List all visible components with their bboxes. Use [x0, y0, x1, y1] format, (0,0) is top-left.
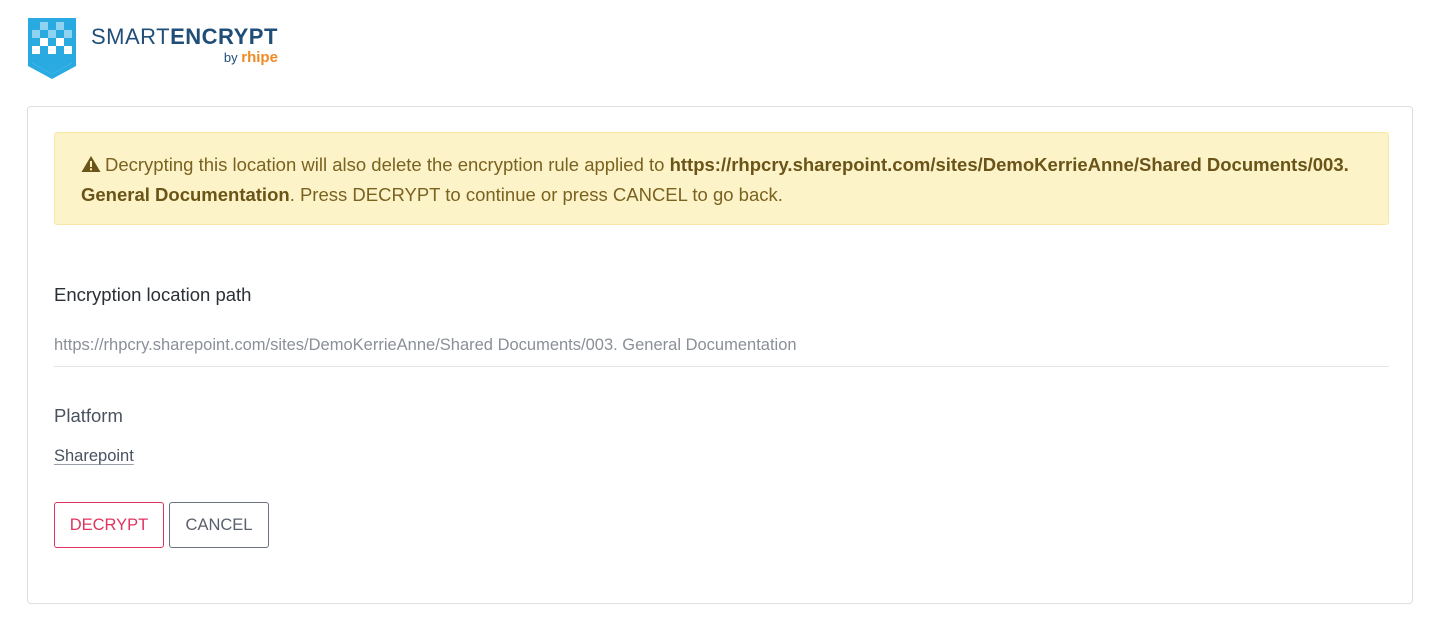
decrypt-confirmation-card: Decrypting this location will also delet…: [27, 106, 1413, 604]
decrypt-button[interactable]: DECRYPT: [54, 502, 164, 548]
encryption-location-path-value: https://rhpcry.sharepoint.com/sites/Demo…: [54, 336, 1389, 367]
smartencrypt-logo: SMARTENCRYPT by rhipe: [26, 16, 278, 82]
brand-by: by: [223, 50, 238, 65]
brand-name-bold: ENCRYPT: [170, 24, 278, 49]
platform-value: Sharepoint: [54, 447, 134, 465]
cancel-button[interactable]: CANCEL: [169, 502, 269, 548]
brand-partner: rhipe: [241, 49, 278, 66]
warning-alert: Decrypting this location will also delet…: [54, 132, 1389, 225]
brand-name-light: SMART: [91, 24, 171, 49]
brand-byline: by rhipe: [91, 50, 278, 66]
alert-text-before: Decrypting this location will also delet…: [105, 154, 670, 175]
shield-logo-icon: [28, 18, 76, 79]
brand-name: SMARTENCRYPT: [91, 24, 278, 50]
platform-label: Platform: [54, 405, 123, 426]
alert-text-after: . Press DECRYPT to continue or press CAN…: [289, 184, 783, 205]
warning-icon: [81, 156, 101, 172]
encryption-location-path-label: Encryption location path: [54, 284, 252, 305]
